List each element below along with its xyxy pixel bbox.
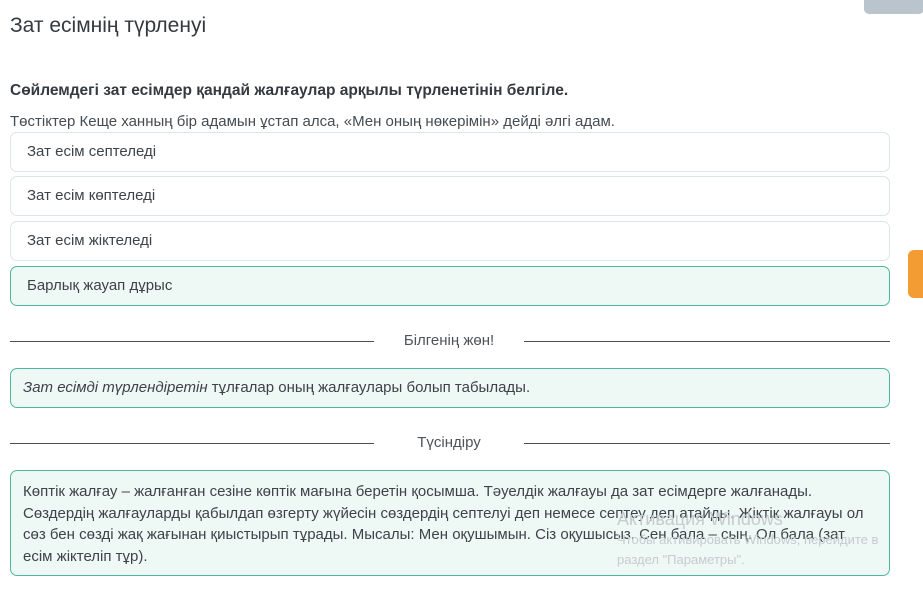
top-tab-button[interactable] [864, 0, 923, 14]
answer-option-3[interactable]: Зат есім жіктеледі [10, 221, 890, 261]
question-prompt: Сөйлемдегі зат есімдер қандай жалғаулар … [10, 82, 569, 99]
answer-option-2[interactable]: Зат есім көптеледі [10, 176, 890, 216]
divider-line-left [10, 443, 374, 444]
explanation-section-divider: Түсіндіру [10, 433, 890, 453]
divider-line-right [524, 341, 890, 342]
page-title: Зат есімнің түрленуі [10, 14, 207, 37]
fact-text: тұлғалар оның жалғаулары болып табылады. [207, 379, 531, 396]
know-fact-box: Зат есімді түрлендіретін тұлғалар оның ж… [10, 368, 890, 408]
answer-option-1[interactable]: Зат есім септеледі [10, 132, 890, 172]
answer-option-4-correct[interactable]: Барлық жауап дұрыс [10, 266, 890, 306]
know-section-heading: Білгенің жөн! [403, 332, 495, 349]
know-section-divider: Білгенің жөн! [10, 331, 890, 351]
explanation-section-heading: Түсіндіру [417, 434, 481, 451]
side-feedback-tab[interactable] [908, 250, 923, 298]
fact-italic-text: Зат есімді түрлендіретін [23, 379, 208, 396]
divider-line-left [10, 341, 374, 342]
page: Зат есімнің түрленуі Сөйлемдегі зат есім… [0, 0, 923, 597]
question-sentence: Төстіктер Кеще ханның бір адамын ұстап а… [10, 113, 615, 130]
divider-line-right [524, 443, 890, 444]
explanation-box: Көптік жалғау – жалғанған сезіне көптік … [10, 470, 890, 576]
